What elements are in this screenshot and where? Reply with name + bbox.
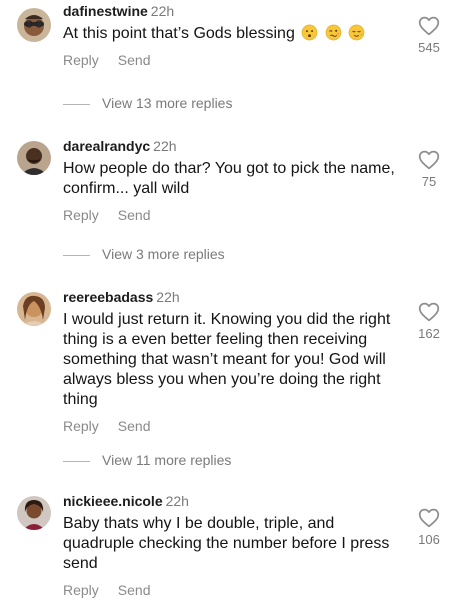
comment-actions: Reply Send (63, 52, 408, 69)
username[interactable]: dafinestwine (63, 3, 148, 19)
username[interactable]: nickieee.nicole (63, 493, 163, 509)
like-count: 162 (418, 326, 440, 341)
reply-button[interactable]: Reply (63, 418, 99, 435)
comment-meta: nickieee.nicole 22h (63, 493, 408, 510)
reply-button[interactable]: Reply (63, 52, 99, 69)
comment-actions: Reply Send (63, 207, 408, 224)
view-more-replies-label: View 13 more replies (102, 95, 233, 111)
comment-text: At this point that’s Gods blessing (63, 24, 408, 44)
comment-meta: dafinestwine 22h (63, 3, 408, 20)
heart-icon[interactable] (418, 508, 440, 528)
timestamp: 22h (165, 493, 189, 509)
heart-icon[interactable] (418, 150, 440, 170)
avatar[interactable] (17, 8, 51, 42)
comment-actions: Reply Send (63, 582, 408, 599)
avatar-image (17, 292, 51, 326)
timestamp: 22h (153, 138, 177, 154)
woozy-face-emoji (325, 24, 342, 41)
divider-line (63, 460, 90, 462)
comment-meta: reereebadass 22h (63, 289, 408, 306)
avatar[interactable] (17, 141, 51, 175)
send-button[interactable]: Send (118, 418, 151, 435)
avatar-image (17, 141, 51, 175)
heart-icon[interactable] (418, 302, 440, 322)
timestamp: 22h (150, 3, 175, 19)
divider-line (63, 254, 90, 256)
send-button[interactable]: Send (118, 582, 151, 599)
send-button[interactable]: Send (118, 207, 151, 224)
comment-text: I would just return it. Knowing you did … (63, 311, 391, 408)
divider-line (63, 103, 90, 105)
send-button[interactable]: Send (118, 52, 151, 69)
comment-text: Baby thats why I be double, triple, and … (63, 515, 390, 572)
timestamp: 22h (156, 289, 180, 305)
username[interactable]: darealrandyc (63, 138, 150, 154)
reply-button[interactable]: Reply (63, 582, 99, 599)
view-more-replies-label: View 3 more replies (102, 246, 225, 262)
hushed-face-emoji (301, 24, 318, 41)
avatar-image (17, 8, 51, 42)
username[interactable]: reereebadass (63, 289, 153, 305)
heart-icon[interactable] (418, 16, 440, 36)
reply-button[interactable]: Reply (63, 207, 99, 224)
comment-meta: darealrandyc 22h (63, 138, 408, 155)
comment-text: How people do thar? You got to pick the … (63, 160, 395, 197)
like-count: 106 (418, 532, 440, 547)
avatar[interactable] (17, 496, 51, 530)
avatar-image (17, 496, 51, 530)
like-count: 545 (418, 40, 440, 55)
view-more-replies-label: View 11 more replies (102, 452, 232, 468)
relieved-face-emoji (348, 24, 365, 41)
comment-text-content: At this point that’s Gods blessing (63, 25, 295, 42)
avatar[interactable] (17, 292, 51, 326)
like-count: 75 (421, 174, 437, 189)
view-more-replies[interactable]: View 11 more replies (63, 452, 231, 469)
comment-actions: Reply Send (63, 418, 408, 435)
view-more-replies[interactable]: View 13 more replies (63, 95, 232, 112)
view-more-replies[interactable]: View 3 more replies (63, 246, 225, 263)
